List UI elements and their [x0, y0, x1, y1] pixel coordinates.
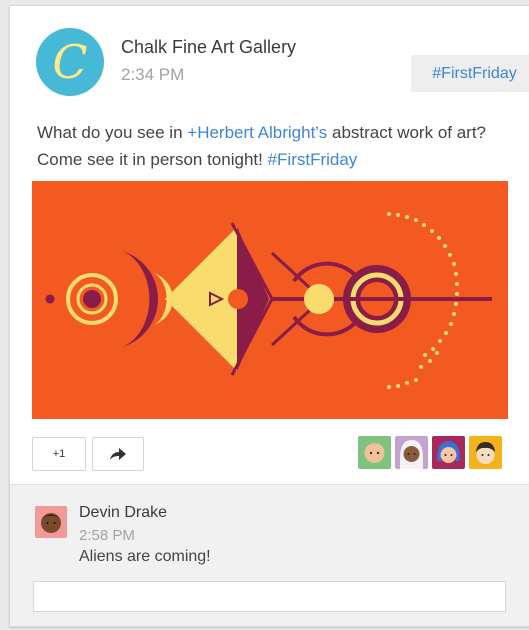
post-text-start: What do you see in — [37, 123, 188, 142]
comment-text: Aliens are coming! — [79, 548, 211, 565]
comment-input[interactable] — [33, 581, 506, 612]
avatar-letter: C — [52, 35, 88, 89]
plus-one-label: +1 — [52, 448, 66, 460]
comments-section: Devin Drake 2:58 PM Aliens are coming! — [10, 484, 529, 626]
mention-link[interactable]: +Herbert Albright’s — [187, 123, 327, 142]
hashtag-link[interactable]: #FirstFriday — [268, 150, 358, 169]
commenter-avatar[interactable] — [35, 506, 67, 538]
sharer-avatar-blonde[interactable] — [358, 436, 391, 469]
share-button[interactable] — [92, 437, 144, 471]
comment-author[interactable]: Devin Drake — [79, 504, 167, 522]
sharer-avatar-dark-hair[interactable] — [469, 436, 502, 469]
share-arrow-icon — [110, 448, 126, 460]
comment-time: 2:58 PM — [79, 527, 135, 544]
post-time[interactable]: 2:34 PM — [121, 65, 184, 85]
gallery-avatar[interactable]: C — [36, 28, 104, 96]
post-text: What do you see in +Herbert Albright’s a… — [37, 119, 527, 173]
post-author[interactable]: Chalk Fine Art Gallery — [121, 37, 296, 58]
sharer-avatars — [358, 436, 502, 469]
sharer-avatar-white-hair[interactable] — [395, 436, 428, 469]
plus-one-button[interactable]: +1 — [32, 437, 86, 471]
artwork-image[interactable] — [32, 181, 508, 419]
sharer-avatar-blue-hair[interactable] — [432, 436, 465, 469]
post-card: C Chalk Fine Art Gallery 2:34 PM #FirstF… — [9, 5, 529, 627]
hashtag-chip[interactable]: #FirstFriday — [411, 55, 529, 92]
